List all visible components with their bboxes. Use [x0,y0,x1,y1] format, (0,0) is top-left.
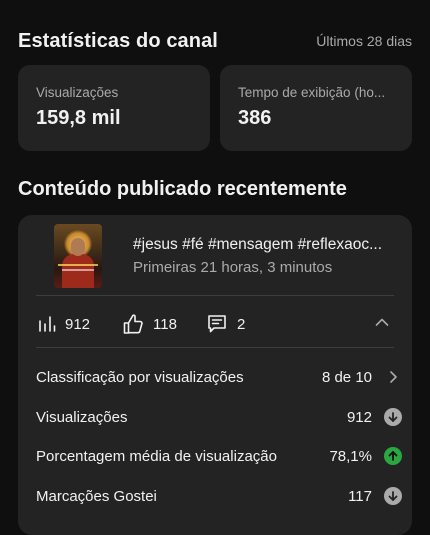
watch-time-stat-card[interactable]: Tempo de exibição (ho... 386 [220,65,412,151]
likes-row: Marcações Gostei 117 [36,484,402,508]
thumbnail-figure [62,254,94,288]
arrow-down-circle-icon [384,487,402,505]
collapse-button[interactable] [372,314,392,334]
chevron-right-icon [384,368,402,386]
views-row-value: 912 [346,408,372,426]
thumbnail-caption-line [58,264,98,266]
divider [36,347,394,348]
channel-stats-header: Estatísticas do canal Últimos 28 dias [18,26,412,56]
likes-metric: 118 [122,311,177,337]
arrow-down-circle-icon [384,408,402,426]
avg-percent-value: 78,1% [329,447,372,465]
recent-content-title: Conteúdo publicado recentemente [18,178,347,200]
ranking-label: Classificação por visualizações [36,368,244,386]
recent-video-card: #jesus #fé #mensagem #reflexaoc... Prime… [18,215,412,535]
views-stat-value: 159,8 mil [36,107,121,129]
divider [36,295,394,296]
views-stat-label: Visualizações [36,85,119,100]
period-label[interactable]: Últimos 28 dias [316,33,412,49]
bar-chart-icon [38,315,56,333]
likes-count: 118 [153,315,177,333]
ranking-row[interactable]: Classificação por visualizações 8 de 10 [36,365,402,389]
arrow-up-circle-icon [384,447,402,465]
watch-time-stat-label: Tempo de exibição (ho... [238,85,386,100]
comments-metric: 2 [206,311,245,337]
views-metric: 912 [38,311,90,337]
ranking-value: 8 de 10 [321,368,372,386]
comment-icon [206,313,228,335]
thumbnail-face [71,238,85,256]
avg-percent-label: Porcentagem média de visualização [36,447,277,465]
video-period: Primeiras 21 horas, 3 minutos [133,259,333,276]
channel-stats-title: Estatísticas do canal [18,29,218,52]
likes-row-label: Marcações Gostei [36,487,157,505]
thumb-up-icon [122,313,144,335]
comments-count: 2 [237,315,246,333]
views-row-label: Visualizações [36,408,128,426]
views-count: 912 [65,315,91,333]
video-thumbnail[interactable] [54,224,102,288]
video-title[interactable]: #jesus #fé #mensagem #reflexaoc... [133,236,395,254]
video-metrics-bar: 912 118 2 [36,311,394,337]
chevron-up-icon [374,314,390,335]
views-stat-card[interactable]: Visualizações 159,8 mil [18,65,210,151]
watch-time-stat-value: 386 [238,107,272,129]
thumbnail-caption-line [62,269,94,271]
views-row: Visualizações 912 [36,405,402,429]
likes-row-value: 117 [348,487,372,505]
avg-percent-row: Porcentagem média de visualização 78,1% [36,444,402,468]
